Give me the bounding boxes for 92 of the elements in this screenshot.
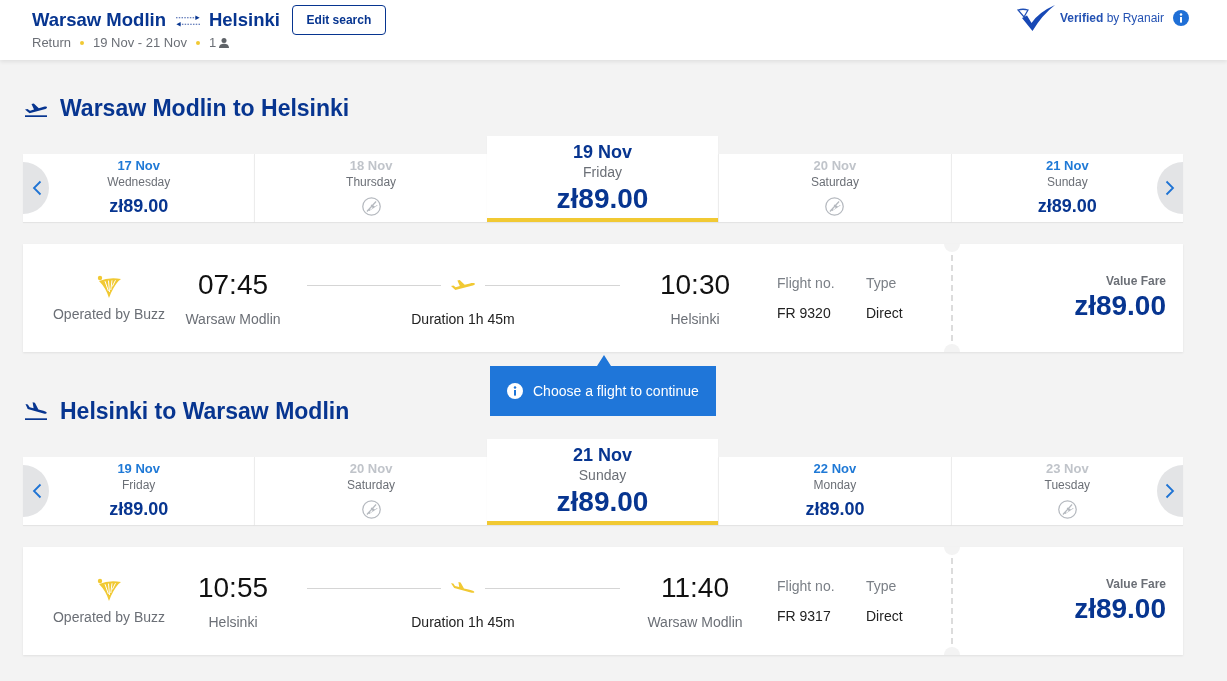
flight-type-label: Type — [866, 275, 897, 291]
plane-icon — [451, 582, 475, 594]
harp-icon — [97, 577, 121, 601]
departure-city: Warsaw Modlin — [185, 311, 281, 327]
info-icon[interactable] — [1173, 10, 1189, 26]
info-icon — [507, 383, 523, 399]
tab-price: zł89.00 — [1037, 195, 1097, 217]
tab-date: 18 Nov — [349, 158, 393, 174]
tab-date: 23 Nov — [1046, 461, 1089, 477]
crossed-plane-icon — [361, 197, 381, 216]
crossed-plane-icon — [825, 197, 845, 216]
tab-price: zł89.00 — [556, 183, 649, 215]
flight-duration: Duration 1h 45m — [411, 311, 515, 327]
trip-type: Return — [32, 35, 72, 51]
tab-price: zł89.00 — [109, 498, 169, 520]
section-heading: Warsaw Modlin to Helsinki — [60, 94, 350, 122]
tab-date: 19 Nov — [573, 142, 633, 162]
date-tab[interactable]: 20 Nov Saturday — [718, 154, 951, 222]
tab-price: zł89.00 — [805, 498, 865, 520]
chevron-right-icon — [1165, 483, 1175, 499]
fare-price: zł89.00 — [1074, 593, 1166, 625]
departure-time: 07:45 — [197, 269, 269, 301]
chevron-left-icon — [32, 180, 42, 196]
date-tab[interactable]: 21 Nov Sunday zł89.00 — [486, 439, 719, 525]
chevron-left-icon — [32, 483, 42, 499]
flight-number: FR 9317 — [777, 608, 831, 624]
checkmark-icon — [1016, 5, 1055, 31]
route-destination: Helsinki — [208, 9, 280, 31]
tab-date: 22 Nov — [813, 461, 857, 477]
flight-number-label: Flight no. — [777, 275, 835, 291]
tab-date: 21 Nov — [573, 445, 633, 465]
flight-duration: Duration 1h 45m — [411, 614, 515, 630]
tab-date: 21 Nov — [1046, 158, 1089, 174]
trip-dates: 19 Nov - 21 Nov — [93, 35, 187, 51]
flight-card[interactable]: Operated by Buzz 07:45 Warsaw Modlin Duration 1h 45m 10:30 Helsinki Flight no. FR 9320 Type Direct Value Fare zł89.00 — [23, 244, 1183, 352]
tab-date: 19 Nov — [117, 461, 160, 477]
tab-day: Friday — [122, 478, 156, 492]
plane-icon — [451, 279, 475, 291]
operator-label: Operated by Buzz — [52, 609, 166, 625]
fare-price: zł89.00 — [1074, 290, 1166, 322]
arrival-time: 10:30 — [659, 269, 731, 301]
flight-type-label: Type — [866, 578, 897, 594]
tab-date: 20 Nov — [349, 461, 393, 477]
date-tab[interactable]: 18 Nov Thursday — [254, 154, 487, 222]
dot-icon — [195, 41, 200, 45]
edit-search-button[interactable]: Edit search — [291, 5, 386, 35]
tab-day: Saturday — [810, 175, 859, 189]
route-origin: Warsaw Modlin — [32, 9, 166, 31]
tab-day: Tuesday — [1044, 478, 1091, 492]
section-heading: Helsinki to Warsaw Modlin — [60, 397, 350, 425]
arrival-city: Helsinki — [670, 311, 720, 327]
tab-day: Thursday — [346, 175, 397, 189]
tab-date: 20 Nov — [813, 158, 857, 174]
tab-day: Monday — [813, 478, 857, 492]
flight-card[interactable]: Operated by Buzz 10:55 Helsinki Duration 1h 45m 11:40 Warsaw Modlin Flight no. FR 9317 Type Direct Value Fare zł89.00 — [23, 547, 1183, 655]
tab-day: Saturday — [347, 478, 396, 492]
tab-day: Sunday — [578, 467, 627, 483]
fare-name: Value Fare — [1105, 577, 1166, 591]
date-tab[interactable]: 23 Nov Tuesday — [950, 457, 1184, 525]
date-tab[interactable]: 22 Nov Monday zł89.00 — [718, 457, 951, 525]
plane-landing-icon — [24, 402, 48, 420]
tab-day: Sunday — [1046, 175, 1088, 189]
arrival-time: 11:40 — [661, 572, 729, 604]
date-tab[interactable]: 19 Nov Friday zł89.00 — [486, 136, 719, 222]
flight-type: Direct — [866, 305, 903, 321]
tab-price: zł89.00 — [109, 195, 169, 217]
departure-city: Helsinki — [208, 614, 258, 630]
arrival-city: Warsaw Modlin — [647, 614, 743, 630]
chevron-right-icon — [1165, 180, 1175, 196]
dot-icon — [80, 41, 85, 45]
passenger-count: 1 — [208, 35, 217, 51]
operator-label: Operated by Buzz — [52, 306, 166, 322]
flight-number-label: Flight no. — [777, 578, 835, 594]
date-tab[interactable]: 21 Nov Sunday zł89.00 — [950, 154, 1184, 222]
departure-time: 10:55 — [197, 572, 269, 604]
tab-price: zł89.00 — [556, 486, 649, 518]
crossed-plane-icon — [1057, 500, 1077, 519]
two-way-arrows-icon — [175, 13, 200, 27]
verified-label: Verified by Ryanair — [1059, 11, 1164, 25]
tab-day: Friday — [583, 164, 622, 180]
person-icon — [219, 38, 230, 48]
tooltip-text: Choose a flight to continue — [533, 383, 699, 399]
crossed-plane-icon — [361, 500, 381, 519]
flight-type: Direct — [866, 608, 903, 624]
date-tab[interactable]: 20 Nov Saturday — [254, 457, 487, 525]
harp-icon — [97, 274, 121, 298]
date-tab[interactable]: 19 Nov Friday zł89.00 — [23, 457, 255, 525]
flight-number: FR 9320 — [777, 305, 831, 321]
fare-name: Value Fare — [1105, 274, 1166, 288]
date-tab[interactable]: 17 Nov Wednesday zł89.00 — [23, 154, 255, 222]
tab-date: 17 Nov — [117, 158, 160, 174]
tab-day: Wednesday — [107, 175, 171, 189]
